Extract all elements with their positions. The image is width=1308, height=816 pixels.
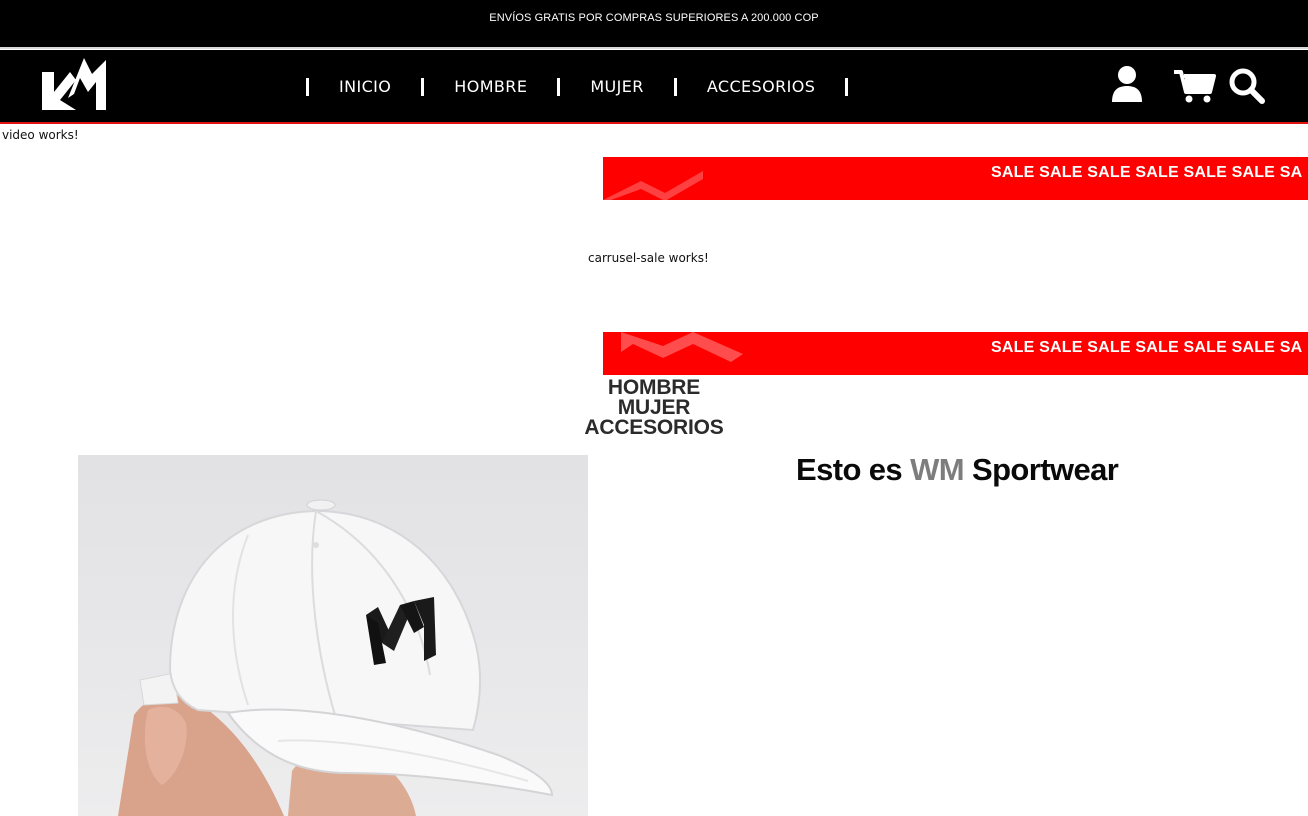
cap-illustration: [118, 499, 554, 816]
main-nav: INICIO HOMBRE MUJER ACCESORIOS: [296, 50, 858, 123]
nav-item-accesorios[interactable]: ACCESORIOS: [687, 77, 835, 96]
user-icon[interactable]: [1110, 64, 1144, 104]
nav-item-hombre[interactable]: HOMBRE: [434, 77, 547, 96]
heading-suffix: Sportwear: [972, 452, 1119, 487]
header-accent-line: [0, 122, 1308, 124]
product-image-cap: [78, 455, 588, 816]
carousel-placeholder-text: carrusel-sale works!: [588, 251, 709, 265]
category-accesorios[interactable]: ACCESORIOS: [554, 417, 754, 438]
wm-logo-icon[interactable]: [40, 54, 110, 114]
nav-separator: [557, 77, 561, 96]
category-list: HOMBRE MUJER ACCESORIOS: [554, 377, 754, 438]
nav-item-inicio[interactable]: INICIO: [319, 77, 411, 96]
sale-banner[interactable]: SALE SALE SALE SALE SALE SALE SA: [603, 332, 1308, 375]
category-mujer[interactable]: MUJER: [554, 397, 754, 418]
nav-item-mujer[interactable]: MUJER: [570, 77, 663, 96]
nav-separator: [845, 77, 849, 96]
cart-icon[interactable]: [1172, 64, 1218, 104]
promo-bar: ENVÍOS GRATIS POR COMPRAS SUPERIORES A 2…: [0, 0, 1308, 48]
chevron-watermark-icon: [621, 332, 743, 362]
nav-separator: [306, 77, 309, 96]
search-icon[interactable]: [1226, 64, 1270, 104]
heading-brand: WM: [910, 452, 964, 487]
sale-banner[interactable]: SALE SALE SALE SALE SALE SALE SA: [603, 157, 1308, 200]
brand-heading: Esto es WM Sportwear: [796, 452, 1119, 488]
nav-separator: [421, 77, 425, 96]
sale-banner-text: SALE SALE SALE SALE SALE SALE SA: [991, 164, 1303, 181]
video-placeholder-text: video works!: [2, 128, 79, 142]
category-hombre[interactable]: HOMBRE: [554, 377, 754, 398]
nav-separator: [673, 77, 677, 96]
chevron-watermark-icon: [603, 171, 703, 200]
site-header: INICIO HOMBRE MUJER ACCESORIOS: [0, 50, 1308, 123]
sale-banner-text: SALE SALE SALE SALE SALE SALE SA: [991, 339, 1303, 356]
promo-divider: [0, 47, 1308, 49]
heading-prefix: Esto es: [796, 452, 903, 487]
promo-text: ENVÍOS GRATIS POR COMPRAS SUPERIORES A 2…: [489, 12, 819, 24]
